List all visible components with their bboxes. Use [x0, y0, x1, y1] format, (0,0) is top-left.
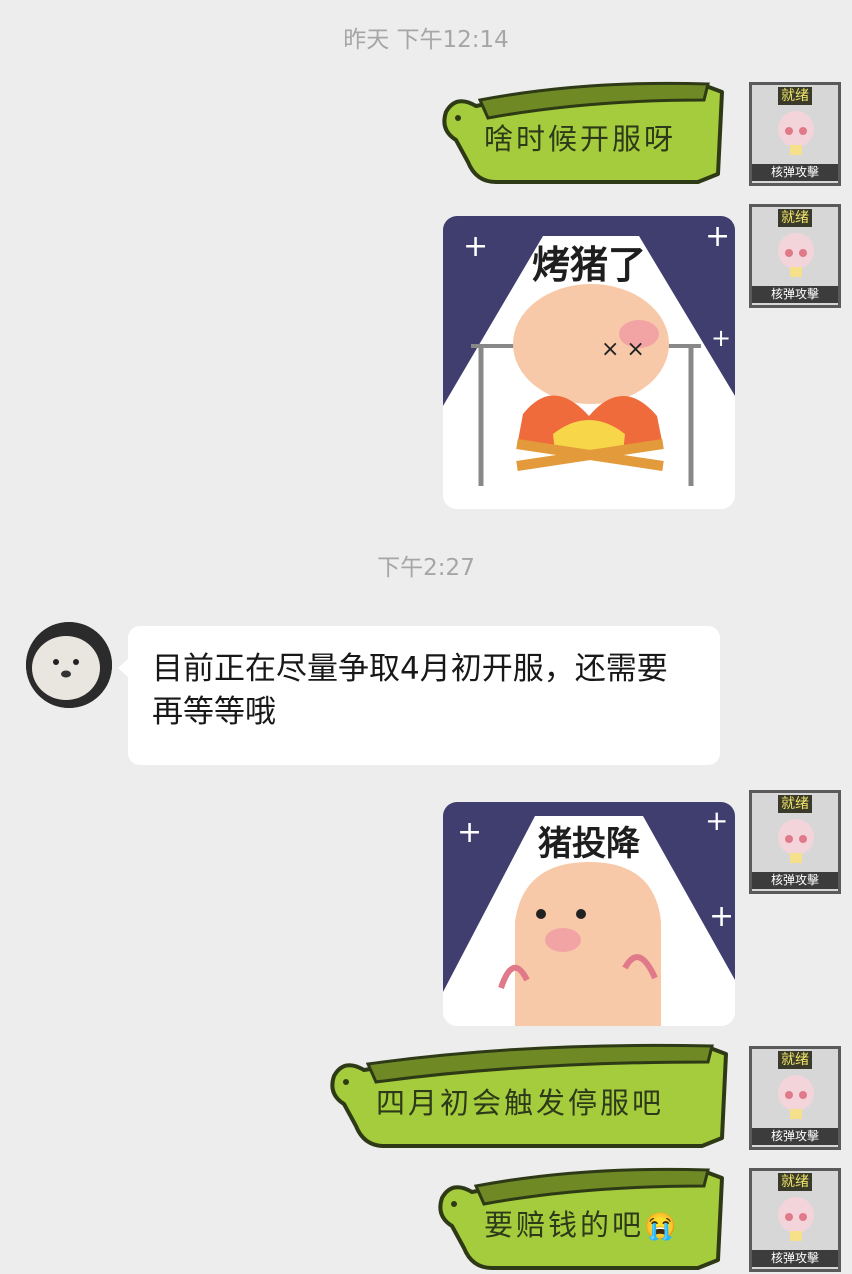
- avatar[interactable]: 就绪 核弹攻擊: [749, 82, 841, 186]
- crying-face-icon: 😭: [644, 1212, 677, 1242]
- status-tag: 就绪: [778, 1051, 812, 1069]
- status-tag: 就绪: [778, 87, 812, 105]
- name-tag: 核弹攻擊: [752, 1250, 838, 1267]
- avatar[interactable]: 就绪 核弹攻擊: [749, 790, 841, 894]
- message-text: 啥时候开服呀: [484, 122, 677, 156]
- avatar[interactable]: [26, 622, 112, 708]
- chat-screen: 昨天 下午12:14 啥时候开服呀 就绪 核弹攻擊 + + + × × 烤猪了 …: [0, 0, 852, 1274]
- anime-girl-icon: [778, 1075, 814, 1119]
- timestamp: 下午2:27: [377, 555, 475, 581]
- anime-girl-icon: [778, 233, 814, 277]
- sticker-message[interactable]: + + + 猪投降: [443, 802, 735, 1026]
- sticker-caption: 烤猪了: [531, 242, 646, 287]
- name-tag: 核弹攻擊: [752, 1128, 838, 1145]
- message-text: 目前正在尽量争取4月初开服，还需要再等等哦: [152, 651, 668, 730]
- status-tag: 就绪: [778, 209, 812, 227]
- message-bubble-self[interactable]: 四月初会触发停服吧: [324, 1040, 734, 1150]
- status-tag: 就绪: [778, 1173, 812, 1191]
- message-bubble-other[interactable]: 目前正在尽量争取4月初开服，还需要再等等哦: [118, 626, 720, 765]
- sticker-message[interactable]: + + + × × 烤猪了: [443, 216, 735, 509]
- anime-girl-icon: [778, 819, 814, 863]
- avatar[interactable]: 就绪 核弹攻擊: [749, 1168, 841, 1272]
- sticker-caption: 猪投降: [538, 824, 640, 864]
- message-text: 四月初会触发停服吧: [376, 1086, 665, 1120]
- anime-girl-icon: [778, 111, 814, 155]
- avatar[interactable]: 就绪 核弹攻擊: [749, 1046, 841, 1150]
- name-tag: 核弹攻擊: [752, 164, 838, 181]
- message-bubble-self[interactable]: 啥时候开服呀: [436, 78, 732, 186]
- message-bubble-self[interactable]: 要赔钱的吧😭: [432, 1164, 732, 1272]
- svg-text:× ×: × ×: [601, 337, 645, 362]
- name-tag: 核弹攻擊: [752, 872, 838, 889]
- white-dog-icon: [26, 622, 112, 708]
- svg-text:+: +: [711, 324, 731, 352]
- status-tag: 就绪: [778, 795, 812, 813]
- anime-girl-icon: [778, 1197, 814, 1241]
- message-text-body: 要赔钱的吧: [484, 1208, 645, 1242]
- avatar[interactable]: 就绪 核弹攻擊: [749, 204, 841, 308]
- message-text: 要赔钱的吧😭: [484, 1202, 676, 1244]
- svg-text:+: +: [709, 899, 734, 934]
- timestamp: 昨天 下午12:14: [343, 27, 509, 53]
- name-tag: 核弹攻擊: [752, 286, 838, 303]
